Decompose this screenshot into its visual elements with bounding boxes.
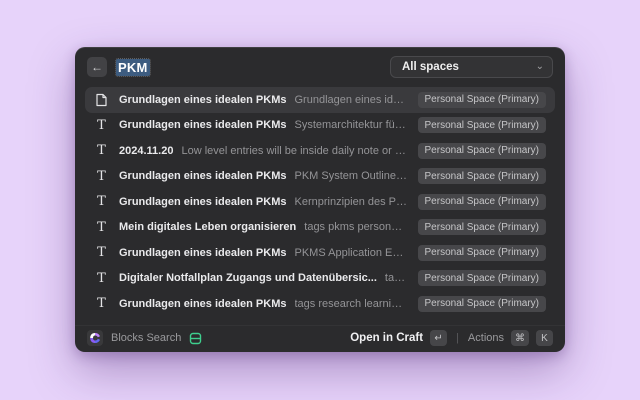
footer-bar: Blocks Search Open in Craft ↵ | Actions … bbox=[75, 325, 565, 352]
space-badge: Personal Space (Primary) bbox=[418, 194, 546, 210]
result-row[interactable]: T Grundlagen eines idealen PKMs tags res… bbox=[85, 291, 555, 317]
result-subtitle: tags research learning pkms app dev bbox=[295, 298, 408, 310]
text-block-icon: T bbox=[94, 144, 109, 157]
result-subtitle: tags pkms personality admin bbox=[304, 221, 407, 233]
space-badge: Personal Space (Primary) bbox=[418, 143, 546, 159]
result-row[interactable]: T Mein digitales Leben organisieren tags… bbox=[85, 215, 555, 241]
result-row[interactable]: T Grundlagen eines idealen PKMs Kernprin… bbox=[85, 189, 555, 215]
result-row[interactable]: T 2024.11.20 Low level entries will be i… bbox=[85, 138, 555, 164]
result-title: Mein digitales Leben organisieren bbox=[119, 221, 296, 233]
space-filter-dropdown[interactable]: All spaces ⌄ bbox=[390, 56, 553, 78]
space-badge: Personal Space (Primary) bbox=[418, 117, 546, 133]
space-badge: Personal Space (Primary) bbox=[418, 168, 546, 184]
app-name-label: Blocks Search bbox=[111, 332, 181, 344]
space-badge: Personal Space (Primary) bbox=[418, 219, 546, 235]
result-title: Grundlagen eines idealen PKMs bbox=[119, 170, 287, 182]
craft-logo-icon bbox=[87, 330, 103, 346]
text-block-icon: T bbox=[94, 221, 109, 234]
result-subtitle: PKM System Outline gpt bbox=[295, 170, 408, 182]
space-filter-label: All spaces bbox=[402, 61, 459, 73]
result-row[interactable]: T Digitaler Notfallplan Zugangs und Date… bbox=[85, 266, 555, 292]
text-block-icon: T bbox=[94, 272, 109, 285]
space-badge: Personal Space (Primary) bbox=[418, 296, 546, 312]
space-badge: Personal Space (Primary) bbox=[418, 245, 546, 261]
result-subtitle: Low level entries will be inside daily n… bbox=[181, 145, 407, 157]
text-block-icon: T bbox=[94, 246, 109, 259]
document-icon bbox=[94, 93, 109, 107]
text-block-icon: T bbox=[94, 170, 109, 183]
green-block-icon bbox=[189, 332, 202, 345]
result-row[interactable]: T Grundlagen eines idealen PKMs Systemar… bbox=[85, 113, 555, 139]
command-key-icon[interactable]: ⌘ bbox=[511, 330, 529, 346]
back-button[interactable]: ← bbox=[87, 57, 107, 77]
return-key-icon[interactable]: ↵ bbox=[430, 330, 447, 346]
footer-divider: | bbox=[456, 332, 459, 344]
actions-label[interactable]: Actions bbox=[468, 332, 504, 344]
text-block-icon: T bbox=[94, 195, 109, 208]
arrow-left-icon: ← bbox=[91, 60, 103, 74]
result-title: 2024.11.20 bbox=[119, 145, 173, 157]
result-title: Digitaler Notfallplan Zugangs und Datenü… bbox=[119, 272, 377, 284]
open-in-craft-label[interactable]: Open in Craft bbox=[350, 332, 423, 344]
space-badge: Personal Space (Primary) bbox=[418, 92, 546, 108]
text-block-icon: T bbox=[94, 119, 109, 132]
k-key-icon[interactable]: K bbox=[536, 330, 553, 346]
desktop: { "window": { "header": { "back_icon": "… bbox=[0, 0, 640, 400]
search-input[interactable]: PKM bbox=[116, 59, 150, 76]
result-row[interactable]: T Grundlagen eines idealen PKMs Grundlag… bbox=[85, 87, 555, 113]
result-title: Grundlagen eines idealen PKMs bbox=[119, 247, 287, 259]
result-subtitle: Systemarchitektur für PKM bbox=[295, 119, 408, 131]
result-subtitle: Grundlagen eines idealen PKMs bbox=[295, 94, 408, 106]
result-title: Grundlagen eines idealen PKMs bbox=[119, 298, 287, 310]
result-subtitle: tags life admin pkms security bbox=[385, 272, 408, 284]
chevron-down-icon: ⌄ bbox=[536, 62, 544, 72]
search-header: ← PKM All spaces ⌄ bbox=[75, 47, 565, 85]
result-row[interactable]: T Grundlagen eines idealen PKMs PKMS App… bbox=[85, 240, 555, 266]
result-title: Grundlagen eines idealen PKMs bbox=[119, 94, 287, 106]
space-badge: Personal Space (Primary) bbox=[418, 270, 546, 286]
text-block-icon: T bbox=[94, 297, 109, 310]
result-subtitle: PKMS Application Evaluation Checklist bbox=[295, 247, 408, 259]
result-title: Grundlagen eines idealen PKMs bbox=[119, 196, 287, 208]
result-subtitle: Kernprinzipien des PKM Systems bbox=[295, 196, 408, 208]
search-results-list: T Grundlagen eines idealen PKMs Grundlag… bbox=[75, 85, 565, 325]
result-title: Grundlagen eines idealen PKMs bbox=[119, 119, 287, 131]
blocks-search-window: ← PKM All spaces ⌄ T Grundlagen eines id… bbox=[75, 47, 565, 352]
result-row[interactable]: T Grundlagen eines idealen PKMs PKM Syst… bbox=[85, 164, 555, 190]
